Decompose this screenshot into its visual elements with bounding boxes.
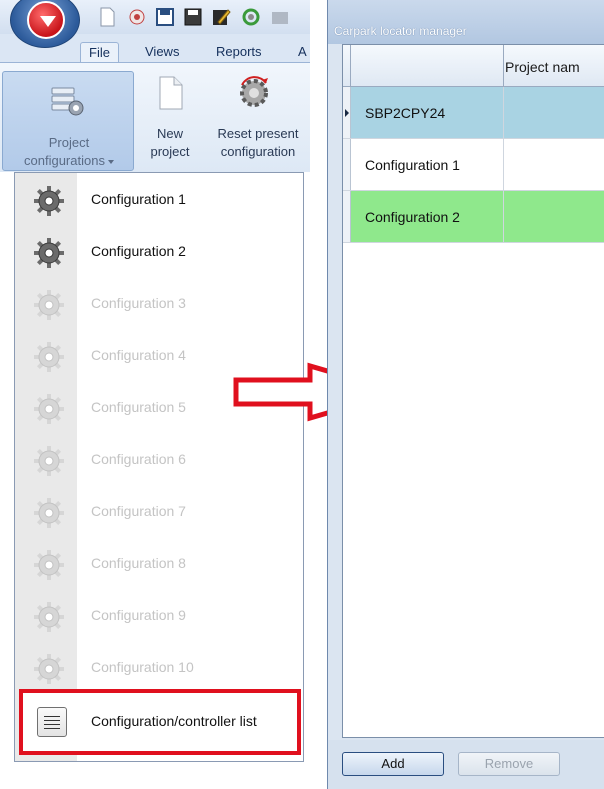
cell-text: Configuration 2: [365, 209, 460, 225]
ribbon-panel: Project configurations New project Reset…: [0, 62, 310, 172]
ribbon: File Views Reports A Project configurati…: [0, 0, 310, 172]
reset-gear-icon[interactable]: [236, 75, 272, 111]
cell-text: SBP2CPY24: [365, 105, 446, 121]
table-cell[interactable]: Configuration 1: [351, 139, 504, 190]
window-title-bar: Carpark locator manager: [328, 0, 604, 44]
project-configurations-label-line2: configurations: [3, 152, 135, 169]
quick-access-toolbar: [0, 0, 310, 48]
list-icon: [37, 707, 67, 737]
grid-header: Project nam: [343, 45, 604, 87]
gear-icon: [33, 289, 65, 321]
cell-text: Configuration 1: [365, 157, 460, 173]
menu-item-label: Configuration 5: [91, 399, 186, 415]
gear-icon: [33, 653, 65, 685]
table-row[interactable]: SBP2CPY24: [343, 87, 604, 139]
gear-icon: [33, 549, 65, 581]
menu-item-label: Configuration 2: [91, 243, 186, 259]
configuration-controller-list-label: Configuration/controller list: [91, 713, 257, 729]
carpark-locator-manager-window: Carpark locator manager Project nam SBP2…: [327, 0, 604, 789]
configuration-grid: Project nam SBP2CPY24 Configuration 1 Co…: [342, 44, 604, 738]
column-header-project-name[interactable]: Project nam: [505, 59, 580, 75]
menu-item-configuration: Configuration 9: [15, 591, 303, 643]
project-configurations-menu: Configuration 1 Configuration 2 Configurat…: [14, 172, 304, 762]
menu-item-label: Configuration 8: [91, 555, 186, 571]
ribbon-tabs: File Views Reports A: [0, 34, 310, 64]
project-configurations-label-line1: Project: [48, 135, 90, 150]
menu-item-label: Configuration 6: [91, 451, 186, 467]
add-button[interactable]: Add: [342, 752, 444, 776]
new-document-icon[interactable]: [96, 6, 118, 28]
gear-icon: [33, 601, 65, 633]
save-as-icon[interactable]: [182, 6, 204, 28]
window-title: Carpark locator manager: [334, 24, 467, 38]
gear-icon: [33, 497, 65, 529]
reset-configuration-label-line1: Reset present: [217, 126, 299, 141]
row-selector[interactable]: [343, 87, 351, 138]
menu-item-label: Configuration 9: [91, 607, 186, 623]
menu-item-configuration: Configuration 3: [15, 279, 303, 331]
open-icon[interactable]: [126, 6, 148, 28]
project-configurations-button[interactable]: Project configurations: [2, 71, 134, 171]
menu-item-configuration: Configuration 7: [15, 487, 303, 539]
save-icon[interactable]: [154, 6, 176, 28]
menu-item-configuration: Configuration 6: [15, 435, 303, 487]
header-row-selector: [343, 45, 351, 87]
tab-reports[interactable]: Reports: [208, 42, 270, 64]
new-project-icon[interactable]: [152, 75, 188, 111]
gear-icon: [33, 393, 65, 425]
gear-icon: [33, 341, 65, 373]
new-project-label-line2: project: [150, 144, 190, 159]
table-cell[interactable]: SBP2CPY24: [351, 87, 504, 138]
more-icon[interactable]: [270, 6, 292, 28]
menu-item-label: Configuration 10: [91, 659, 194, 675]
row-selector[interactable]: [343, 191, 351, 242]
table-row[interactable]: Configuration 1: [343, 139, 604, 191]
menu-item-configuration[interactable]: Configuration 2: [15, 227, 303, 279]
configuration-controller-list-item[interactable]: Configuration/controller list: [19, 689, 301, 755]
refresh-icon[interactable]: [240, 6, 262, 28]
menu-item-configuration: Configuration 10: [15, 643, 303, 695]
edit-icon[interactable]: [210, 6, 232, 28]
menu-item-configuration[interactable]: Configuration 1: [15, 175, 303, 227]
gear-icon: [33, 185, 65, 217]
remove-button[interactable]: Remove: [458, 752, 560, 776]
new-project-label-line1: New: [156, 126, 183, 141]
reset-configuration-label-line2: configuration: [220, 144, 296, 159]
server-gear-icon: [51, 87, 84, 116]
menu-item-label: Configuration 4: [91, 347, 186, 363]
menu-item-label: Configuration 7: [91, 503, 186, 519]
tab-views[interactable]: Views: [137, 42, 187, 64]
chevron-down-icon: [107, 159, 114, 164]
gear-icon: [33, 445, 65, 477]
tab-truncated[interactable]: A: [290, 42, 310, 64]
column-header-name[interactable]: [351, 45, 504, 87]
window-button-bar: Add Remove: [328, 740, 604, 789]
table-cell[interactable]: Configuration 2: [351, 191, 504, 242]
menu-item-configuration: Configuration 8: [15, 539, 303, 591]
current-row-indicator-icon: [345, 109, 349, 117]
row-selector[interactable]: [343, 139, 351, 190]
menu-item-label: Configuration 3: [91, 295, 186, 311]
tab-file[interactable]: File: [80, 42, 119, 64]
gear-icon: [33, 237, 65, 269]
table-row[interactable]: Configuration 2: [343, 191, 604, 243]
menu-item-label: Configuration 1: [91, 191, 186, 207]
